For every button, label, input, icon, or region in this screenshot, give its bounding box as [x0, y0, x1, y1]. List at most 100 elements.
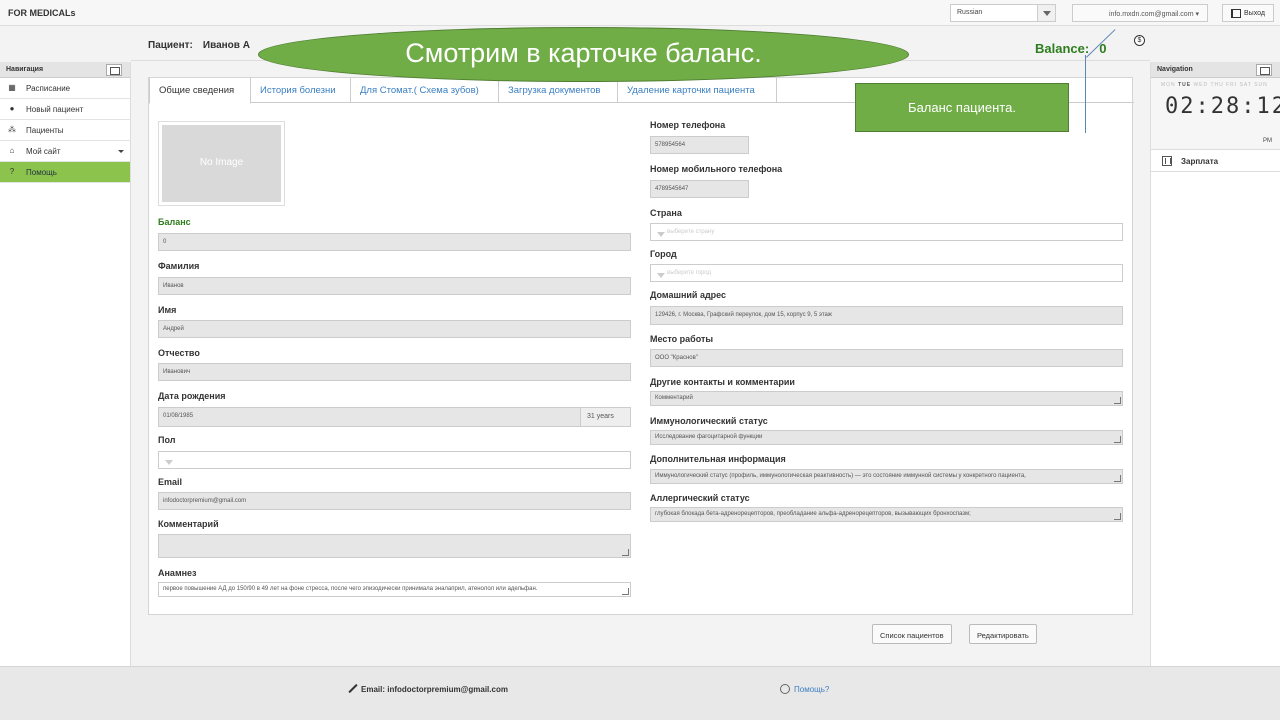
patient-photo[interactable]: No Image	[158, 121, 285, 206]
sidebar-item-salary[interactable]: Зарплата	[1151, 150, 1280, 172]
annotation-connector	[1085, 55, 1086, 133]
gender-label: Пол	[158, 435, 176, 445]
balance-field-label: Баланс	[158, 217, 191, 227]
edit-button[interactable]: Редактировать	[969, 624, 1037, 644]
clock-widget: MON TUE WED THU FRI SAT SUN 02:28:12 PM	[1151, 78, 1280, 150]
anamnesis-label: Анамнез	[158, 568, 197, 578]
sidebar-title: Навигация	[6, 66, 44, 73]
right-sidebar: Navigation MON TUE WED THU FRI SAT SUN 0…	[1150, 62, 1280, 666]
allergy-label: Аллергический статус	[650, 493, 750, 503]
immuno-textarea[interactable]: Исследование фагоцитарной функции	[650, 430, 1123, 445]
right-sidebar-title: Navigation	[1157, 66, 1193, 73]
gender-select[interactable]	[158, 451, 631, 469]
city-label: Город	[650, 249, 677, 259]
patient-label: Пациент:	[148, 40, 193, 51]
dob-field: 01/08/1985	[158, 407, 581, 427]
comment-textarea[interactable]	[158, 534, 631, 558]
email-label: Email	[158, 477, 183, 487]
day-label: MON	[1161, 82, 1176, 88]
patronymic-label: Отчество	[158, 348, 200, 358]
balance-label: Balance:	[1035, 41, 1090, 56]
sidebar-toggle-icon[interactable]	[1256, 64, 1272, 76]
footer-help-link[interactable]: Помощь?	[780, 684, 829, 694]
brand-logo[interactable]: FOR MEDICALs	[8, 8, 76, 18]
footer-help-label: Помощь?	[794, 685, 830, 694]
tab-medical-history[interactable]: История болезни	[250, 78, 351, 103]
sidebar-item-label: Расписание	[26, 84, 71, 93]
patronymic-field: Иванович	[158, 363, 631, 381]
work-label: Место работы	[650, 334, 714, 344]
left-sidebar: Навигация ▦ Расписание ● Новый пациент ⁂…	[0, 62, 131, 666]
pencil-icon	[348, 684, 357, 693]
balance-field: 0	[158, 233, 631, 251]
surname-label: Фамилия	[158, 261, 200, 271]
patient-header: Пациент: Иванов А	[148, 40, 250, 51]
salary-icon	[1162, 156, 1172, 166]
day-label: THU	[1210, 82, 1224, 88]
sidebar-item-label: Зарплата	[1181, 157, 1219, 166]
contacts-textarea[interactable]: Комментарий	[650, 391, 1123, 406]
weekday-strip: MON TUE WED THU FRI SAT SUN	[1161, 82, 1268, 88]
address-field: 129426, г. Москва, Графский переулок, до…	[650, 306, 1123, 325]
language-value: Russian	[957, 9, 983, 16]
sidebar-item-patients[interactable]: ⁂ Пациенты	[0, 120, 130, 141]
country-select[interactable]: выберите страну	[650, 223, 1123, 241]
sidebar-toggle-icon[interactable]	[106, 64, 122, 76]
phone-label: Номер телефона	[650, 120, 726, 130]
address-label: Домашний адрес	[650, 290, 727, 300]
footer	[0, 666, 1280, 720]
right-sidebar-header: Navigation	[1151, 62, 1280, 78]
user-email: info.mxdn.com@gmail.com	[1109, 11, 1194, 18]
age-addon: 31 years	[580, 407, 631, 427]
extra-info-textarea[interactable]: Иммунологический статус (профиль, иммуно…	[650, 469, 1123, 484]
sidebar-item-label: Пациенты	[26, 126, 64, 135]
footer-email: Email: infodoctorpremium@gmail.com	[348, 684, 508, 694]
sidebar-item-my-site[interactable]: ⌂ Мой сайт	[0, 141, 130, 162]
city-select[interactable]: выберите город	[650, 264, 1123, 282]
user-icon: ●	[9, 104, 15, 113]
language-select[interactable]: Russian	[950, 4, 1056, 22]
day-label: SAT	[1239, 82, 1252, 88]
no-image-placeholder: No Image	[162, 125, 281, 202]
clock-ampm: PM	[1263, 138, 1272, 144]
calendar-icon: ▦	[8, 83, 16, 92]
sidebar-item-label: Новый пациент	[26, 105, 84, 114]
chevron-down-icon	[118, 150, 124, 153]
day-label-active: TUE	[1178, 82, 1192, 88]
tab-general[interactable]: Общие сведения	[149, 78, 251, 104]
chevron-down-icon[interactable]	[1037, 5, 1055, 21]
user-menu-button[interactable]: info.mxdn.com@gmail.com ▾	[1072, 4, 1208, 22]
logout-icon	[1231, 9, 1241, 18]
mobile-field: 4789545647	[650, 180, 749, 198]
logout-button[interactable]: Выход	[1222, 4, 1274, 22]
work-field: ООО "Краснов"	[650, 349, 1123, 367]
immuno-label: Иммунологический статус	[650, 416, 768, 426]
logout-label: Выход	[1244, 10, 1265, 17]
sidebar-item-help[interactable]: ? Помощь	[0, 162, 130, 183]
allergy-textarea[interactable]: глубокая блокада бета-адренорецепторов, …	[650, 507, 1123, 522]
phone-field: 578954564	[650, 136, 749, 154]
sidebar-item-label: Мой сайт	[26, 147, 61, 156]
comment-label: Комментарий	[158, 519, 219, 529]
contacts-label: Другие контакты и комментарии	[650, 377, 795, 387]
sidebar-item-schedule[interactable]: ▦ Расписание	[0, 78, 130, 99]
sidebar-item-label: Помощь	[26, 168, 57, 177]
home-icon: ⌂	[9, 146, 15, 155]
sidebar-item-new-patient[interactable]: ● Новый пациент	[0, 99, 130, 120]
tab-dental-chart[interactable]: Для Стомат.( Схема зубов)	[350, 78, 499, 103]
footer-email-value: infodoctorpremium@gmail.com	[387, 685, 508, 694]
day-label: WED	[1193, 82, 1209, 88]
annotation-callout-main: Смотрим в карточке баланс.	[258, 27, 909, 82]
patient-name: Иванов А	[202, 40, 250, 51]
caret-down-icon: ▾	[1195, 11, 1199, 18]
footer-email-label: Email:	[361, 685, 386, 694]
day-label: FRI	[1226, 82, 1238, 88]
surname-field: Иванов	[158, 277, 631, 295]
dob-label: Дата рождения	[158, 391, 226, 401]
coin-icon[interactable]: $	[1134, 35, 1145, 46]
sidebar-header: Навигация	[0, 62, 130, 78]
tab-delete-card[interactable]: Удаление карточки пациента	[617, 78, 777, 103]
patients-list-button[interactable]: Список пациентов	[872, 624, 952, 644]
anamnesis-textarea[interactable]: первое повышение АД до 150/90 в 49 лет н…	[158, 582, 631, 597]
users-icon: ⁂	[8, 125, 16, 134]
